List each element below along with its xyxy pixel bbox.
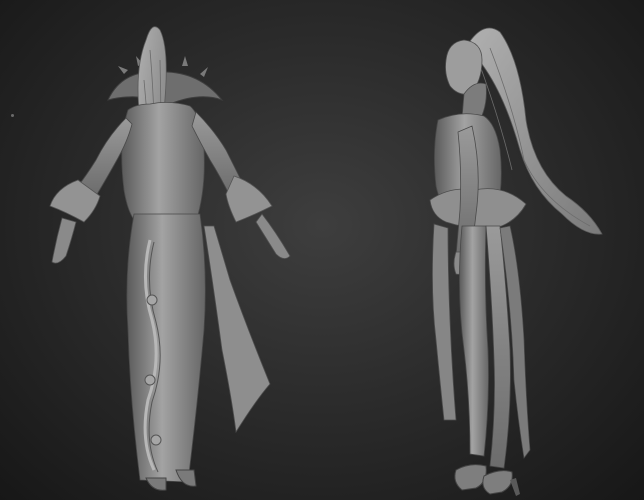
back-view-figure [49,26,291,491]
side-view-figure [429,27,603,496]
sculpt-viewport [0,0,644,500]
render-canvas [49,26,603,496]
